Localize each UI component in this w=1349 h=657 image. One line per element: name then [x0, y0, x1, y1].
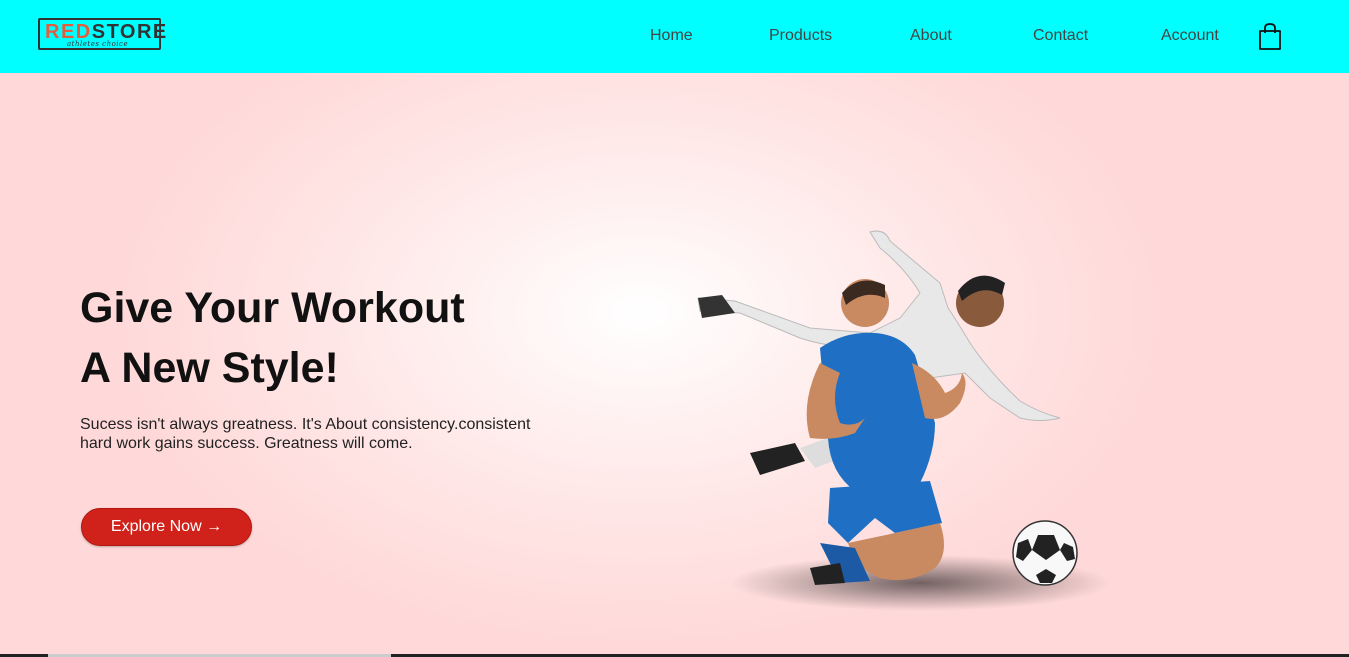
hero-section: Give Your Workout A New Style! Sucess is… [0, 73, 1349, 657]
redstore-logo[interactable]: REDSTORE athletes choice [38, 18, 166, 50]
logo-tagline: athletes choice [67, 40, 129, 48]
hero-tagline: Sucess isn't always greatness. It's Abou… [80, 416, 531, 452]
explore-now-button[interactable]: Explore Now → [81, 508, 252, 546]
nav-contact[interactable]: Contact [1033, 27, 1088, 45]
nav-account[interactable]: Account [1161, 27, 1219, 45]
headline-line-1: Give Your Workout [80, 284, 465, 332]
nav-home[interactable]: Home [650, 27, 693, 45]
header: REDSTORE athletes choice Home Products A… [0, 0, 1349, 73]
shopping-bag-icon[interactable] [1257, 22, 1283, 52]
headline-line-2: A New Style! [80, 344, 339, 392]
nav-about[interactable]: About [910, 27, 952, 45]
nav-products[interactable]: Products [769, 27, 832, 45]
football-players-image [680, 223, 1150, 613]
hero-headline: Give Your Workout A New Style! [80, 278, 465, 398]
